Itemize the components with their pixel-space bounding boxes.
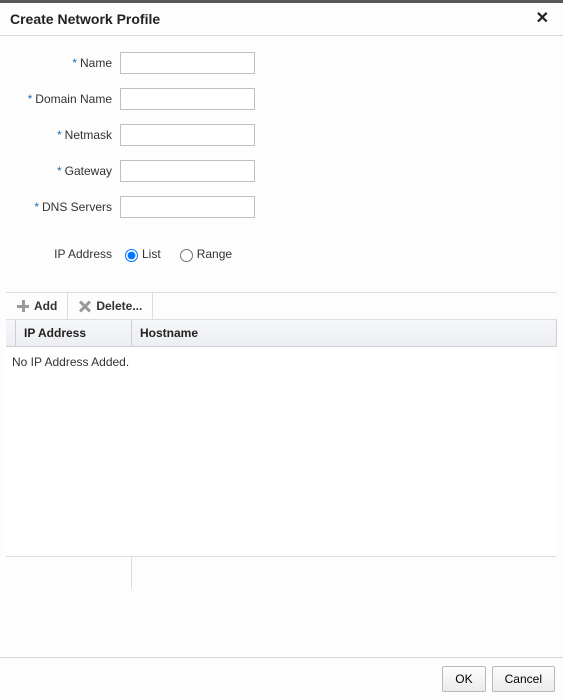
gateway-field[interactable] bbox=[120, 160, 255, 182]
grid-footer bbox=[6, 557, 557, 589]
grid-body: No IP Address Added. bbox=[6, 347, 557, 557]
col-hostname[interactable]: Hostname bbox=[132, 320, 557, 346]
label-gateway: *Gateway bbox=[10, 164, 120, 178]
grid-header: IP Address Hostname bbox=[6, 320, 557, 347]
add-button[interactable]: Add bbox=[6, 293, 68, 319]
radio-range[interactable]: Range bbox=[175, 246, 232, 262]
radio-list[interactable]: List bbox=[120, 246, 161, 262]
domain-name-field[interactable] bbox=[120, 88, 255, 110]
label-name: *Name bbox=[10, 56, 120, 70]
create-network-profile-dialog: Create Network Profile ✕ *Name *Domain N… bbox=[0, 3, 563, 700]
grid-empty-message: No IP Address Added. bbox=[12, 355, 129, 369]
col-handle bbox=[6, 320, 16, 346]
ip-table-section: Add Delete... IP Address Hostname No IP … bbox=[6, 292, 557, 589]
x-icon bbox=[78, 299, 92, 313]
cancel-button[interactable]: Cancel bbox=[492, 666, 555, 692]
row-gateway: *Gateway bbox=[10, 160, 553, 182]
button-bar: OK Cancel bbox=[0, 657, 563, 700]
delete-button[interactable]: Delete... bbox=[68, 293, 153, 319]
row-ip-mode: IP Address List Range bbox=[10, 246, 553, 262]
row-dns: *DNS Servers bbox=[10, 196, 553, 218]
ok-button[interactable]: OK bbox=[442, 666, 485, 692]
netmask-field[interactable] bbox=[120, 124, 255, 146]
plus-icon bbox=[16, 299, 30, 313]
form-area: *Name *Domain Name *Netmask *Gateway *DN… bbox=[0, 36, 563, 278]
label-ip-address: IP Address bbox=[10, 247, 120, 261]
row-netmask: *Netmask bbox=[10, 124, 553, 146]
footer-slot bbox=[6, 557, 132, 589]
label-dns: *DNS Servers bbox=[10, 200, 120, 214]
close-icon[interactable]: ✕ bbox=[534, 11, 551, 27]
col-ip-address[interactable]: IP Address bbox=[16, 320, 132, 346]
name-field[interactable] bbox=[120, 52, 255, 74]
dialog-title: Create Network Profile bbox=[10, 11, 160, 27]
label-netmask: *Netmask bbox=[10, 128, 120, 142]
radio-range-input[interactable] bbox=[180, 249, 193, 262]
table-toolbar: Add Delete... bbox=[6, 293, 557, 320]
radio-list-input[interactable] bbox=[125, 249, 138, 262]
label-domain: *Domain Name bbox=[10, 92, 120, 106]
dns-servers-field[interactable] bbox=[120, 196, 255, 218]
row-name: *Name bbox=[10, 52, 553, 74]
row-domain: *Domain Name bbox=[10, 88, 553, 110]
titlebar: Create Network Profile ✕ bbox=[0, 3, 563, 36]
